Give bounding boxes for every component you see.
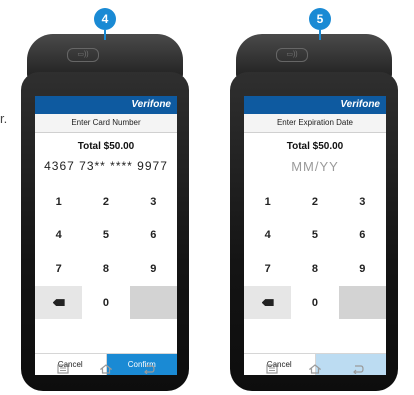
cancel-button[interactable]: Cancel — [35, 354, 107, 375]
screen-prompt: Enter Card Number — [35, 114, 177, 133]
step-badge-5: 5 — [309, 8, 331, 30]
terminal-screen: Verifone Enter Card Number Total $50.00 … — [35, 96, 177, 382]
key-8[interactable]: 8 — [291, 252, 338, 286]
stage: r. 4 ▭)) Verifone Enter Card Number Tota… — [0, 0, 414, 395]
key-4[interactable]: 4 — [35, 219, 82, 253]
blank-key — [129, 285, 177, 320]
back-icon[interactable] — [143, 364, 155, 374]
key-0[interactable]: 0 — [82, 286, 129, 320]
key-3[interactable]: 3 — [339, 185, 386, 219]
key-2[interactable]: 2 — [291, 185, 338, 219]
card-reader-slot-icon: ▭)) — [276, 48, 308, 62]
home-icon[interactable] — [100, 364, 112, 374]
total-amount: Total $50.00 — [286, 141, 344, 152]
blank-key — [338, 285, 386, 320]
numeric-keypad: 1 2 3 4 5 6 7 8 9 0 — [244, 185, 386, 353]
total-amount: Total $50.00 — [77, 141, 135, 152]
key-5[interactable]: 5 — [291, 219, 338, 253]
payment-terminal-step-4: ▭)) Verifone Enter Card Number Total $50… — [21, 34, 189, 391]
brand-bar: Verifone — [244, 96, 386, 114]
clipped-caption-fragment: r. — [0, 111, 8, 126]
key-9[interactable]: 9 — [339, 252, 386, 286]
screen-prompt: Enter Expiration Date — [244, 114, 386, 133]
brand-logo: Verifone — [131, 99, 171, 110]
key-5[interactable]: 5 — [82, 219, 129, 253]
backspace-key[interactable] — [35, 285, 83, 320]
key-7[interactable]: 7 — [35, 252, 82, 286]
numeric-keypad: 1 2 3 4 5 6 7 8 9 0 — [35, 185, 177, 353]
key-7[interactable]: 7 — [244, 252, 291, 286]
card-number-display: 4367 73** **** 9977 — [44, 159, 168, 173]
screen-content: Total $50.00 MM/YY 1 2 3 4 5 6 7 8 9 0 — [244, 133, 386, 353]
step-badge-4: 4 — [94, 8, 116, 30]
payment-terminal-step-5: ▭)) Verifone Enter Expiration Date Total… — [230, 34, 398, 391]
expiration-date-display: MM/YY — [291, 159, 339, 174]
brand-bar: Verifone — [35, 96, 177, 114]
key-3[interactable]: 3 — [130, 185, 177, 219]
key-6[interactable]: 6 — [130, 219, 177, 253]
cancel-button[interactable]: Cancel — [244, 354, 316, 375]
menu-icon[interactable] — [57, 364, 69, 374]
key-9[interactable]: 9 — [130, 252, 177, 286]
key-6[interactable]: 6 — [339, 219, 386, 253]
card-reader-slot-icon: ▭)) — [67, 48, 99, 62]
key-4[interactable]: 4 — [244, 219, 291, 253]
key-8[interactable]: 8 — [82, 252, 129, 286]
key-1[interactable]: 1 — [244, 185, 291, 219]
back-icon[interactable] — [352, 364, 364, 374]
key-0[interactable]: 0 — [291, 286, 338, 320]
key-2[interactable]: 2 — [82, 185, 129, 219]
confirm-button-disabled[interactable] — [315, 354, 386, 375]
backspace-icon — [52, 299, 65, 307]
key-1[interactable]: 1 — [35, 185, 82, 219]
backspace-icon — [261, 299, 274, 307]
home-icon[interactable] — [309, 364, 321, 374]
terminal-screen: Verifone Enter Expiration Date Total $50… — [244, 96, 386, 382]
menu-icon[interactable] — [266, 364, 278, 374]
confirm-button[interactable]: Confirm — [106, 354, 177, 375]
step-connector — [104, 30, 106, 40]
screen-content: Total $50.00 4367 73** **** 9977 1 2 3 4… — [35, 133, 177, 353]
brand-logo: Verifone — [340, 99, 380, 110]
backspace-key[interactable] — [244, 285, 292, 320]
step-connector — [319, 30, 321, 40]
